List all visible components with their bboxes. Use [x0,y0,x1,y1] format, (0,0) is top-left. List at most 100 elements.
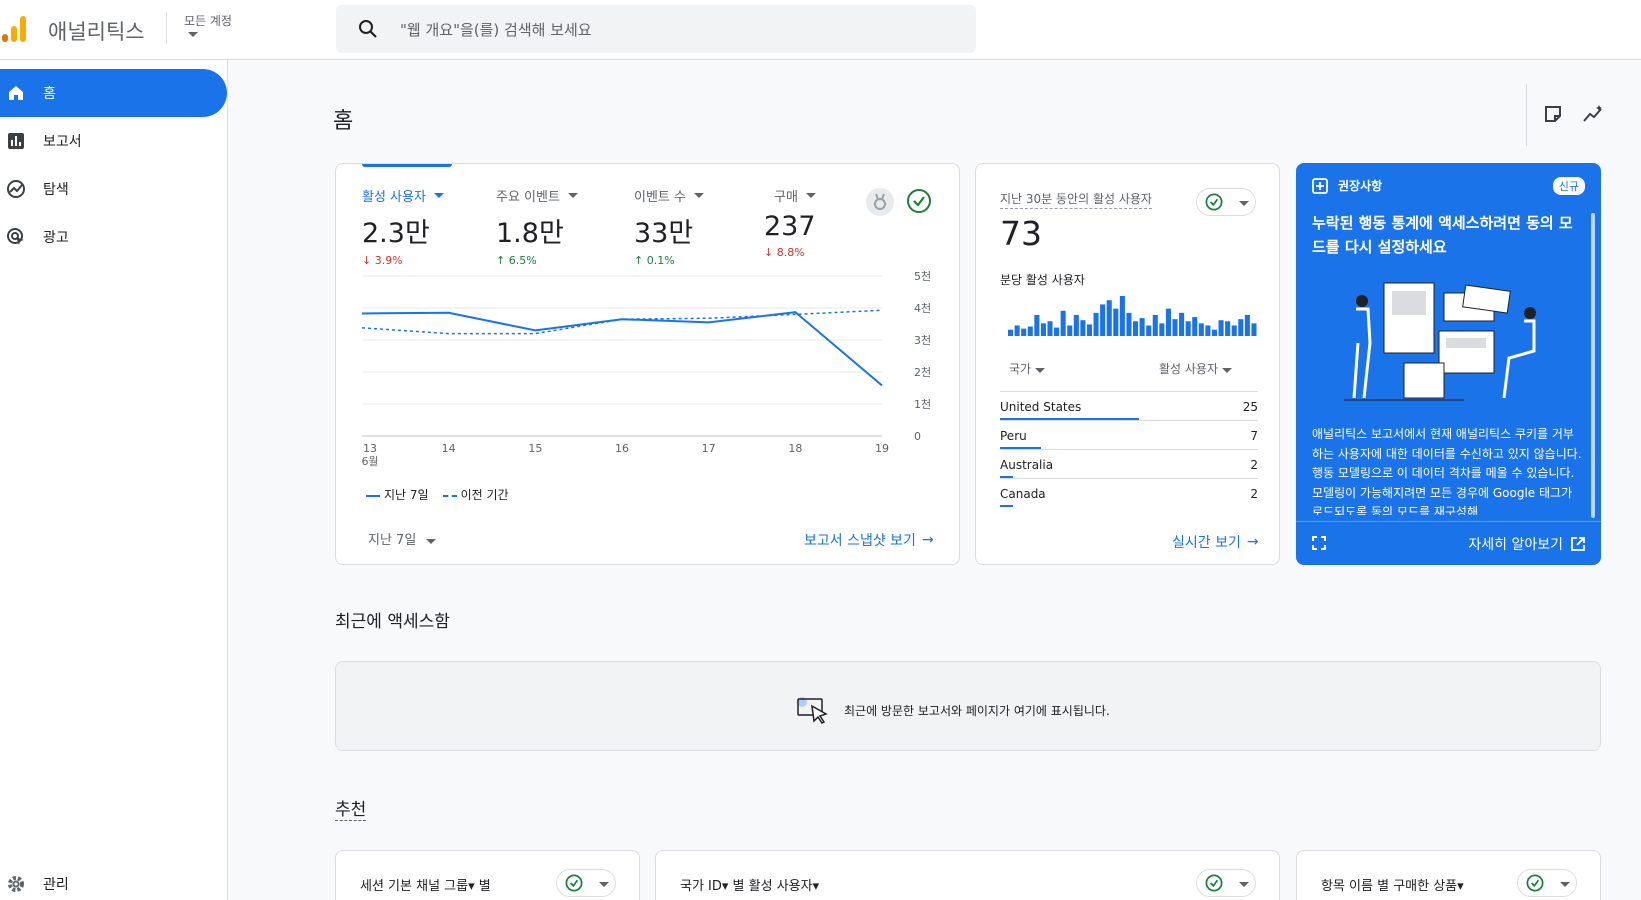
chart-legend: 지난 7일 이전 기간 [366,486,509,503]
x-tick-label: 13 [363,442,377,455]
metric-key-events[interactable]: 주요 이벤트 1.8만 ↑ 6.5% [496,186,578,267]
recommendation-footer: 자세히 알아보기 [1296,521,1601,565]
chevron-down-icon [433,193,444,198]
note-icon[interactable] [1543,104,1563,124]
x-tick-label: 18 [788,442,802,455]
x-tick-label: 16 [615,442,629,455]
col-active-users[interactable]: 활성 사용자 [1159,360,1233,377]
x-tick-label: 15 [528,442,542,455]
x-tick-label: 19 [875,442,889,455]
account-label: 모든 계정 [184,14,232,28]
card-status-button[interactable] [1196,869,1256,897]
suggested-card-channel[interactable]: 세션 기본 채널 그룹▾ 별 [335,850,640,900]
minute-bar [1192,317,1198,336]
check-circle-icon [1205,874,1223,892]
bar-chart-icon [6,131,26,151]
sidebar-item-admin[interactable]: 관리 [0,860,227,900]
metric-value: 237 [764,211,816,242]
minute-bar [1021,328,1027,336]
sidebar-item-ads[interactable]: 광고 [0,213,227,261]
check-circle-icon [565,874,583,892]
col-country[interactable]: 국가 [1009,360,1046,377]
ads-icon [6,227,26,247]
card-status-button[interactable] [1517,869,1577,897]
y-tick-label: 5천 [914,269,931,283]
search-placeholder: "웹 개요"을(를) 검색해 보세요 [400,21,592,39]
minute-bar [1093,312,1099,336]
y-tick-label: 4천 [914,301,931,315]
sidebar-item-explore[interactable]: 탐색 [0,165,227,213]
link-label: 실시간 보기 [1172,535,1241,551]
minute-bar [1008,329,1014,336]
account-selector[interactable]: 모든 계정 [184,12,232,37]
minute-bar [1152,314,1158,336]
legend-label: 지난 7일 [384,488,429,502]
realtime-title: 지난 30분 동안의 활성 사용자 [1000,190,1152,209]
minute-bar [1047,321,1053,336]
metric-event-count[interactable]: 이벤트 수 33만 ↑ 0.1% [634,186,704,267]
metric-active-users[interactable]: 활성 사용자 2.3만 ↓ 3.9% [362,186,444,267]
home-icon [6,83,26,103]
sidebar-item-label: 홈 [43,86,56,102]
country-row: United States 25 [1000,391,1258,420]
minute-bar [1106,300,1112,336]
recommendation-title: 누락된 행동 통계에 액세스하려면 동의 모드를 다시 설정하세요 [1312,214,1573,256]
minute-bar [1159,323,1165,336]
recommendation-body: 애널리틱스 보고서에서 현재 애널리틱스 쿠키를 거부하는 사용자에 대한 데이… [1312,427,1582,515]
insights-icon[interactable] [1583,104,1605,124]
minute-bar [1034,314,1040,336]
scrollbar[interactable] [1591,213,1595,518]
per-minute-label: 분당 활성 사용자 [1000,273,1085,287]
award-icon[interactable] [866,188,894,216]
chevron-down-icon [1035,368,1046,373]
minute-bar [1225,321,1231,336]
minute-bar [1126,312,1132,336]
date-range-selector[interactable]: 지난 7일 [368,529,437,548]
metric-value: 2.3만 [362,218,430,249]
chevron-down-icon [1239,882,1249,887]
check-circle-icon[interactable] [906,188,932,214]
col-label: 국가 [1009,362,1032,376]
chevron-down-icon [1239,201,1249,206]
gear-icon [6,874,26,894]
analytics-logo-icon[interactable] [0,14,30,44]
sidebar-item-home[interactable]: 홈 [0,69,227,117]
minute-bar [1238,319,1244,336]
expand-icon[interactable] [1312,536,1326,550]
chevron-down-icon [567,193,578,198]
sidebar-item-reports[interactable]: 보고서 [0,117,227,165]
arrow-right-icon: → [921,532,934,548]
recommendation-illustration [1344,282,1536,401]
learn-more-link[interactable]: 자세히 알아보기 [1468,534,1585,554]
country-count: 25 [1242,400,1258,414]
top-bar: 애널리틱스 모든 계정 "웹 개요"을(를) 검색해 보세요 [0,0,1641,60]
minute-bar [1086,324,1093,336]
chevron-down-icon [693,193,704,198]
realtime-status-button[interactable] [1196,188,1256,216]
minute-bar [1133,321,1139,336]
sidebar-item-label: 광고 [43,230,69,246]
explore-icon [6,179,26,199]
suggested-card-items[interactable]: 항목 이름 별 구매한 상품▾ [1296,850,1601,900]
metric-value: 33만 [634,218,694,249]
country-name: Peru [1000,429,1027,443]
suggested-card-country[interactable]: 국가 ID▾ 별 활성 사용자▾ [655,850,1280,900]
search-bar[interactable]: "웹 개요"을(를) 검색해 보세요 [336,5,976,53]
card-status-button[interactable] [556,869,616,897]
header-divider [166,12,167,44]
minute-bar [1198,323,1204,336]
open-in-new-icon [1571,537,1585,551]
chevron-down-icon [188,32,198,37]
suggested-title-label: 추천 [335,800,367,821]
metric-change: 8.8% [776,246,805,259]
metric-purchases[interactable]: 구매 237 ↓ 8.8% [764,186,816,259]
realtime-link[interactable]: 실시간 보기 → [1172,532,1259,552]
minute-bar [1113,308,1119,336]
minute-bar [1146,325,1152,336]
realtime-card: 지난 30분 동안의 활성 사용자 73 분당 활성 사용자 국가 활성 사용자… [975,163,1280,565]
country-name: Canada [1000,487,1046,501]
search-icon [359,20,377,38]
page-actions [1526,84,1641,146]
report-snapshot-link[interactable]: 보고서 스냅샷 보기 → [804,530,934,550]
series-line-current [362,311,883,387]
